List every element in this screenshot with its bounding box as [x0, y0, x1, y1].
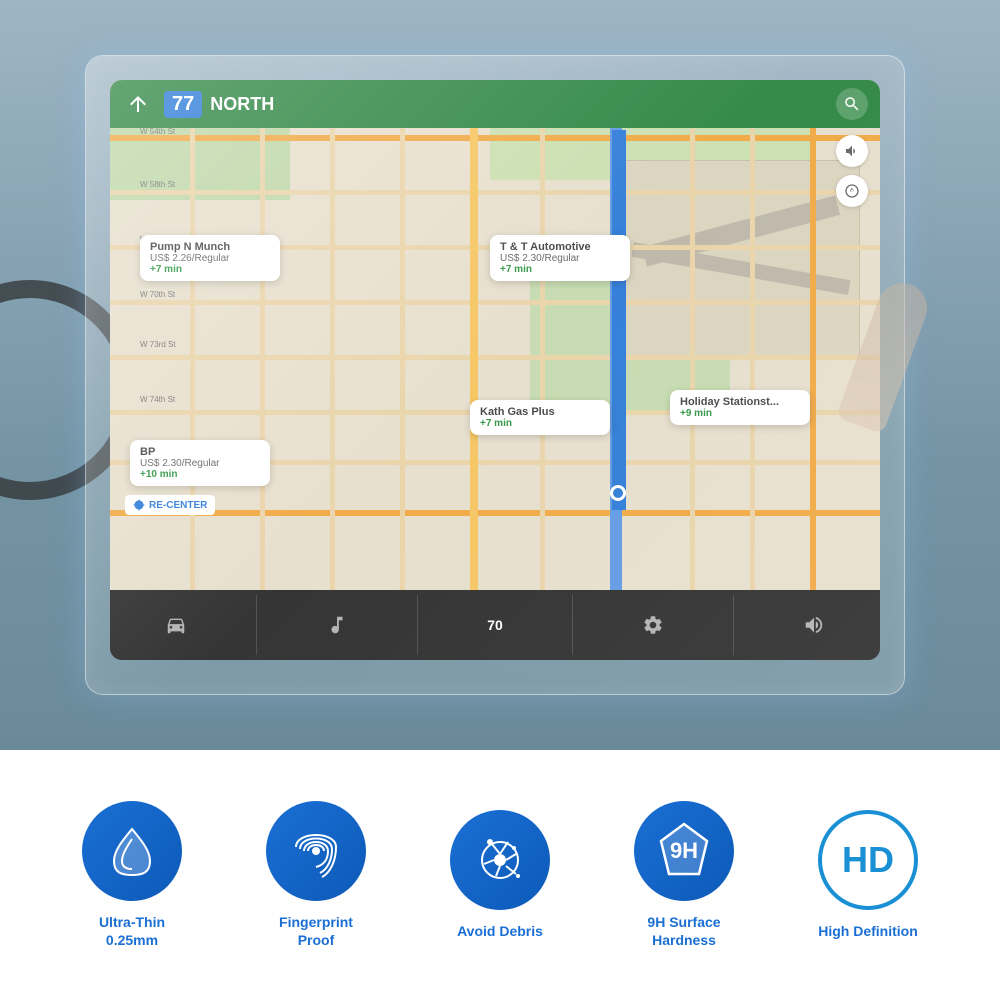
- feature-ultra-thin: Ultra-Thin 0.25mm: [40, 801, 224, 949]
- debris-icon: [470, 830, 530, 890]
- svg-text:9H: 9H: [670, 838, 698, 863]
- high-definition-label: High Definition: [818, 922, 918, 940]
- feature-avoid-debris: Avoid Debris: [408, 810, 592, 940]
- screen-protector: [85, 55, 905, 695]
- fingerprint-proof-label: Fingerprint Proof: [279, 913, 353, 949]
- hd-icon-circle: HD: [818, 810, 918, 910]
- 9h-diamond-icon: 9H: [649, 816, 719, 886]
- finger-touch: [830, 280, 950, 480]
- feature-fingerprint-proof: Fingerprint Proof: [224, 801, 408, 949]
- feature-high-definition: HD High Definition: [776, 810, 960, 940]
- 9h-hardness-label: 9H Surface Hardness: [647, 913, 720, 949]
- 9h-icon-circle: 9H: [634, 801, 734, 901]
- protector-glare: [86, 56, 904, 694]
- dashboard: W 54th St W 58th St W 64th St W 70th St …: [0, 0, 1000, 750]
- fingerprint-icon: [286, 821, 346, 881]
- debris-icon-circle: [450, 810, 550, 910]
- ultra-thin-icon-circle: [82, 801, 182, 901]
- ultra-thin-label: Ultra-Thin 0.25mm: [99, 913, 165, 949]
- avoid-debris-label: Avoid Debris: [457, 922, 543, 940]
- ultra-thin-icon: [102, 821, 162, 881]
- car-interior: W 54th St W 58th St W 64th St W 70th St …: [0, 0, 1000, 1000]
- fingerprint-icon-circle: [266, 801, 366, 901]
- features-section: Ultra-Thin 0.25mm Fingerprint Proof: [0, 750, 1000, 1000]
- feature-9h-hardness: 9H 9H Surface Hardness: [592, 801, 776, 949]
- hd-icon-text: HD: [842, 839, 894, 881]
